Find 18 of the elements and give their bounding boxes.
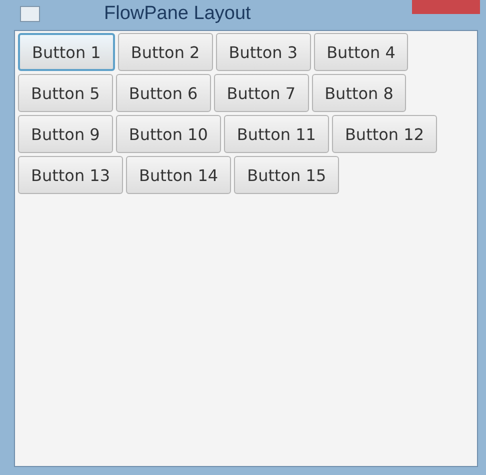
close-button[interactable] bbox=[412, 0, 480, 14]
flow-button[interactable]: Button 1 bbox=[18, 33, 115, 71]
window-icon bbox=[20, 6, 40, 22]
flow-button[interactable]: Button 7 bbox=[214, 74, 309, 112]
flow-button[interactable]: Button 14 bbox=[126, 156, 232, 194]
flow-button[interactable]: Button 5 bbox=[18, 74, 113, 112]
flow-button[interactable]: Button 2 bbox=[118, 33, 213, 71]
flow-button[interactable]: Button 15 bbox=[234, 156, 340, 194]
flow-button[interactable]: Button 10 bbox=[116, 115, 221, 153]
window-title: FlowPane Layout bbox=[104, 3, 251, 25]
flow-button[interactable]: Button 12 bbox=[332, 115, 437, 153]
flow-button[interactable]: Button 8 bbox=[312, 74, 406, 112]
flow-button[interactable]: Button 9 bbox=[18, 115, 113, 153]
flow-button[interactable]: Button 13 bbox=[18, 156, 124, 194]
flow-button[interactable]: Button 6 bbox=[116, 74, 211, 112]
flow-button[interactable]: Button 11 bbox=[224, 115, 329, 153]
flow-button[interactable]: Button 3 bbox=[216, 33, 311, 71]
flow-button[interactable]: Button 4 bbox=[314, 33, 408, 71]
